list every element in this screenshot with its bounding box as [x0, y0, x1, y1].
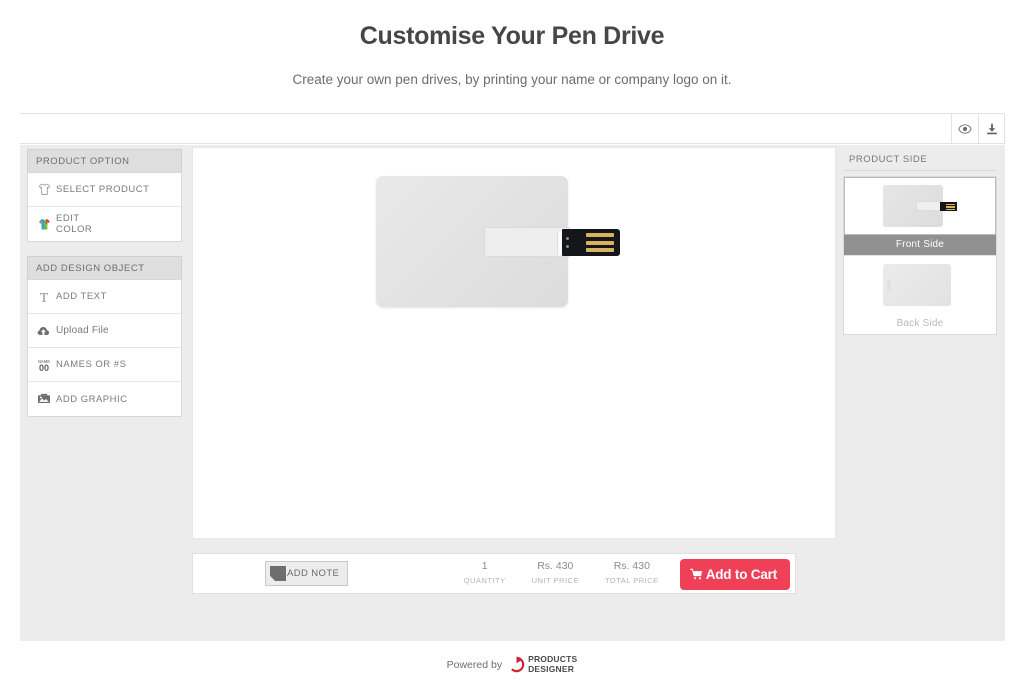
sidebar-item-label: ADD GRAPHIC: [56, 393, 128, 405]
unit-price-block: Rs. 430 UNIT PRICE: [519, 559, 592, 587]
svg-text:00: 00: [39, 363, 49, 373]
product-option-panel: PRODUCT OPTION SELECT PRODUCT EDIT COLOR: [27, 149, 182, 242]
total-price-value: Rs. 430: [613, 560, 650, 572]
product-option-title: PRODUCT OPTION: [27, 149, 182, 172]
sidebar-item-label: NAMES OR #S: [56, 359, 127, 370]
brand-line-2: DESIGNER: [528, 663, 575, 674]
left-sidebar: PRODUCT OPTION SELECT PRODUCT EDIT COLOR…: [27, 149, 182, 431]
sidebar-item-select-product[interactable]: SELECT PRODUCT: [28, 173, 181, 207]
add-design-object-panel: ADD DESIGN OBJECT T ADD TEXT Upload File…: [27, 256, 182, 417]
mini-pen-drive-front-icon: [883, 185, 957, 227]
front-side-thumbnail: [844, 177, 996, 235]
sidebar-item-upload-file[interactable]: Upload File: [28, 314, 181, 348]
sidebar-item-label: Upload File: [56, 325, 109, 336]
pen-drive-card-slot: [484, 227, 570, 257]
cart-icon: [689, 568, 703, 581]
add-to-cart-button[interactable]: Add to Cart: [679, 559, 790, 590]
usb-connector: [562, 229, 620, 256]
quantity-value: 1: [481, 560, 488, 572]
product-side-panel: PRODUCT SIDE Front Side Back Side: [843, 149, 997, 335]
product-side-title: PRODUCT SIDE: [843, 149, 997, 171]
tshirt-outline-icon: [34, 180, 54, 200]
download-icon: [986, 123, 997, 134]
brand-line-1: PRODUCTS: [528, 654, 578, 664]
products-designer-logo: PRODUCTS DESIGNER: [508, 654, 578, 674]
page-subtitle: Create your own pen drives, by printing …: [292, 72, 732, 87]
add-note-label: ADD NOTE: [287, 568, 340, 579]
sidebar-item-label: SELECT PRODUCT: [56, 184, 150, 195]
powered-by-label: Powered by: [446, 658, 503, 671]
sidebar-item-add-text[interactable]: T ADD TEXT: [28, 280, 181, 314]
add-note-button[interactable]: ADD NOTE: [265, 561, 349, 586]
svg-text:T: T: [40, 289, 49, 304]
quantity-block: 1 QUANTITY: [451, 559, 519, 587]
sidebar-item-label: ADD TEXT: [56, 291, 107, 302]
tshirt-color-icon: [34, 214, 54, 234]
name-number-icon: NAME 00: [34, 355, 54, 375]
cloud-upload-icon: [34, 321, 54, 341]
price-summary: 1 QUANTITY Rs. 430 UNIT PRICE Rs. 430 TO…: [451, 553, 795, 594]
back-side-label: Back Side: [844, 314, 996, 334]
add-design-object-title: ADD DESIGN OBJECT: [27, 256, 182, 279]
product-side-front[interactable]: Front Side: [844, 177, 996, 256]
total-price-label: TOTAL PRICE: [604, 576, 659, 585]
page-footer: Powered by PRODUCTS DESIGNER: [0, 654, 1024, 674]
eye-icon: [958, 123, 972, 134]
download-button[interactable]: [978, 114, 1005, 143]
page-title: Customise Your Pen Drive: [359, 22, 665, 50]
sidebar-item-add-graphic[interactable]: ADD GRAPHIC: [28, 382, 181, 416]
sidebar-item-names-or-numbers[interactable]: NAME 00 NAMES OR #S: [28, 348, 181, 382]
add-to-cart-label: Add to Cart: [705, 567, 777, 582]
product-action-bar: ADD NOTE 1 QUANTITY Rs. 430 UNIT PRICE R…: [192, 553, 796, 594]
products-designer-mark-icon: [511, 656, 525, 673]
front-side-label: Front Side: [844, 235, 996, 255]
note-icon: [270, 566, 286, 581]
unit-price-value: Rs. 430: [537, 560, 574, 572]
total-price-block: Rs. 430 TOTAL PRICE: [592, 559, 672, 587]
designer-toolbar: [20, 113, 1005, 144]
image-graphic-icon: [34, 389, 54, 409]
product-side-back[interactable]: Back Side: [844, 256, 996, 334]
mini-pen-drive-back-icon: [883, 264, 957, 306]
preview-button[interactable]: [951, 114, 978, 143]
design-canvas[interactable]: [192, 147, 836, 539]
sidebar-item-edit-color[interactable]: EDIT COLOR: [28, 207, 181, 241]
designer-area: PRODUCT OPTION SELECT PRODUCT EDIT COLOR…: [20, 145, 1005, 641]
text-t-icon: T: [34, 287, 54, 307]
back-side-thumbnail: [844, 256, 996, 314]
page-header: Customise Your Pen Drive Create your own…: [0, 0, 1024, 89]
sidebar-item-label: EDIT COLOR: [56, 213, 93, 235]
product-preview-image: [376, 176, 628, 319]
unit-price-label: UNIT PRICE: [531, 576, 579, 585]
quantity-label: QUANTITY: [463, 576, 506, 585]
